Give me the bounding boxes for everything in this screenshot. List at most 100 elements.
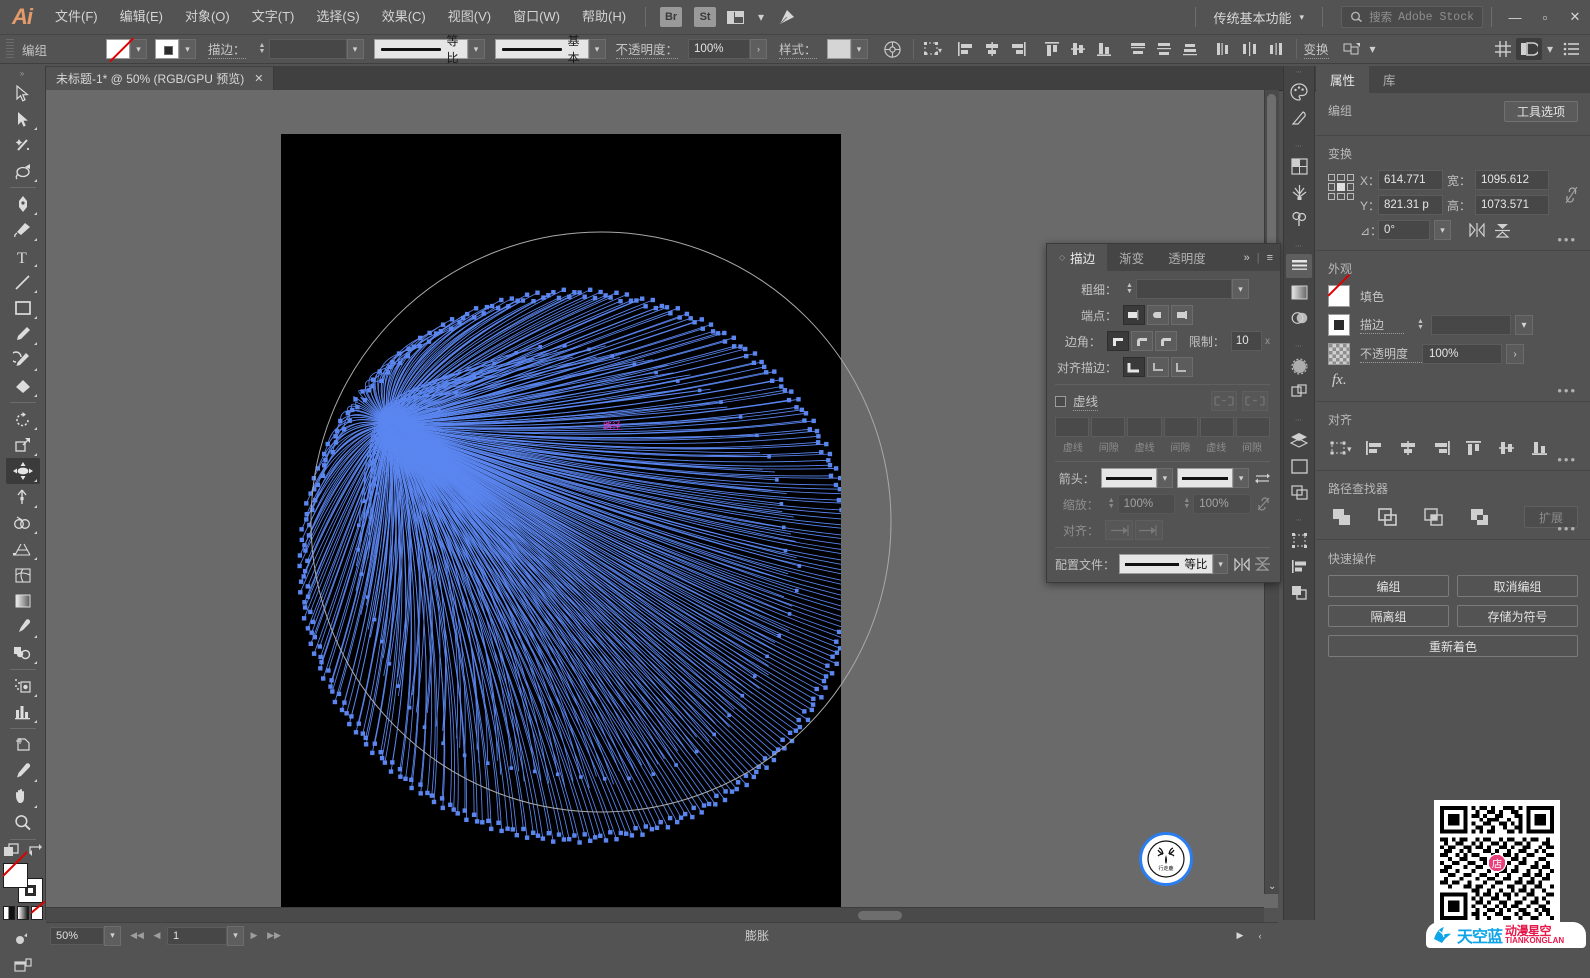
distribute-center-icon[interactable] (1237, 38, 1263, 60)
tool-column-graph[interactable] (6, 699, 40, 725)
menu-object[interactable]: 对象(O) (174, 0, 241, 34)
align-more-options-icon[interactable]: ••• (1557, 453, 1577, 466)
width-profile-select[interactable]: 等比 (1119, 554, 1214, 574)
align-stroke-outside-icon[interactable] (1171, 357, 1193, 377)
x-input[interactable]: 614.771 (1378, 170, 1443, 190)
tool-width-warp[interactable] (5, 458, 40, 484)
toolbar-grip[interactable]: » (0, 66, 45, 80)
prev-artboard-button[interactable]: ◀ (147, 927, 167, 945)
scale-start-input[interactable]: 100% (1117, 494, 1176, 514)
rail-grip-4[interactable]: ⋯ (1284, 340, 1314, 352)
opacity-input[interactable]: 100% (688, 39, 751, 59)
fill-dropdown-icon[interactable]: ▾ (130, 39, 147, 59)
tool-shape-builder[interactable] (6, 510, 40, 536)
transform-label[interactable]: 变换 (1303, 39, 1329, 59)
tool-pen[interactable] (6, 191, 40, 217)
style-dropdown-icon[interactable]: ▾ (850, 39, 868, 59)
zoom-level-input[interactable]: 50% (50, 926, 104, 945)
stroke-weight-stepper[interactable]: ▲ ▼ (256, 39, 269, 59)
menu-effect[interactable]: 效果(C) (371, 0, 437, 34)
rail-grip-5[interactable]: ⋯ (1284, 414, 1314, 426)
zoom-dropdown-icon[interactable]: ▾ (104, 925, 121, 946)
place-arrow-at-end-icon[interactable] (1135, 520, 1163, 540)
width-profile-dropdown-icon[interactable]: ▾ (1213, 554, 1228, 574)
gap-input-3[interactable] (1235, 417, 1271, 437)
stroke-weight-dropdown-icon[interactable]: ▾ (346, 39, 364, 59)
opacity-swatch[interactable] (1328, 343, 1350, 365)
align-center-vertical-icon[interactable] (1065, 38, 1091, 60)
stock-icon[interactable]: St (694, 7, 717, 27)
opacity-input[interactable]: 100% (1422, 344, 1502, 364)
save-as-symbol-button[interactable]: 存储为符号 (1457, 605, 1578, 627)
tool-selection[interactable] (6, 80, 40, 106)
panel-drag-icon[interactable]: ◇ (1059, 253, 1065, 262)
y-input[interactable]: 821.31 p (1378, 195, 1443, 215)
tool-hand[interactable] (6, 784, 40, 810)
stroke-dropdown-icon[interactable]: ▾ (179, 39, 196, 59)
menu-select[interactable]: 选择(S) (305, 0, 370, 34)
status-expand-icon[interactable]: ▶ (1230, 927, 1250, 945)
exclude-icon[interactable] (1466, 505, 1494, 529)
tab-libraries[interactable]: 库 (1369, 66, 1410, 93)
symbols-panel-icon[interactable] (1286, 206, 1312, 230)
stroke-color-swatch[interactable] (155, 39, 179, 59)
scale-start-stepper[interactable]: ▲ ▼ (1105, 494, 1118, 514)
dash-preserve-exact-icon[interactable] (1211, 391, 1237, 411)
tool-perspective-grid[interactable] (6, 536, 40, 562)
miter-limit-input[interactable]: 10 (1230, 331, 1262, 351)
fill-color-swatch[interactable] (106, 39, 130, 59)
angle-dropdown-icon[interactable]: ▾ (1434, 220, 1451, 240)
rail-grip-3[interactable]: ⋯ (1284, 240, 1314, 252)
stroke-weight-dropdown-icon[interactable]: ▾ (1232, 279, 1249, 299)
tool-options-button[interactable]: 工具选项 (1503, 101, 1578, 122)
screen-mode-icon[interactable] (1516, 38, 1542, 60)
window-maximize-button[interactable]: ▫ (1530, 0, 1560, 34)
flip-along-icon[interactable] (1234, 557, 1250, 571)
dash-input-2[interactable] (1127, 417, 1162, 437)
swap-arrowheads-icon[interactable] (1254, 472, 1270, 485)
window-close-button[interactable]: ✕ (1560, 0, 1590, 34)
stroke-weight-dropdown-icon[interactable]: ▾ (1515, 315, 1533, 335)
distribute-left-icon[interactable] (1211, 38, 1237, 60)
arrange-documents-icon[interactable] (722, 5, 748, 29)
reference-point-selector[interactable] (1328, 174, 1354, 200)
close-icon[interactable]: ✕ (254, 72, 263, 85)
menu-file[interactable]: 文件(F) (44, 0, 109, 34)
next-artboard-button[interactable]: ▶ (244, 927, 264, 945)
tab-transparency[interactable]: 透明度 (1156, 244, 1218, 271)
tool-scale[interactable] (6, 432, 40, 458)
canvas-horizontal-scrollbar[interactable] (46, 907, 1264, 922)
menu-edit[interactable]: 编辑(E) (109, 0, 174, 34)
stroke-weight-stepper[interactable]: ▲ ▼ (1123, 279, 1136, 299)
opacity-options-icon[interactable]: › (750, 39, 768, 59)
transparency-panel-icon[interactable] (1286, 306, 1312, 330)
projecting-cap-icon[interactable] (1171, 305, 1193, 325)
graphic-style-swatch[interactable] (826, 39, 851, 59)
last-artboard-button[interactable]: ▶▶ (264, 927, 284, 945)
color-button[interactable] (2, 906, 15, 920)
round-join-icon[interactable] (1130, 331, 1153, 351)
menu-type[interactable]: 文字(T) (241, 0, 306, 34)
bevel-join-icon[interactable] (1154, 331, 1177, 351)
appearance-stroke-weight-input[interactable] (1431, 315, 1511, 335)
panel-menu-icon[interactable]: ≡ (1267, 252, 1273, 264)
color-guide-panel-icon[interactable] (1286, 106, 1312, 130)
menu-view[interactable]: 视图(V) (437, 0, 502, 34)
tool-mesh[interactable] (6, 562, 40, 588)
angle-input[interactable]: 0° (1378, 220, 1430, 240)
graphic-styles-panel-icon[interactable] (1286, 380, 1312, 404)
chevron-down-icon[interactable]: ▾ (748, 5, 774, 29)
pathfinder-panel-icon[interactable] (1286, 580, 1312, 604)
snap-to-grid-icon[interactable] (1490, 38, 1516, 60)
align-bottom-icon[interactable] (1526, 436, 1554, 460)
screen-mode-dropdown-icon[interactable]: ▾ (1542, 38, 1558, 60)
tool-zoom[interactable] (6, 810, 40, 836)
first-artboard-button[interactable]: ◀◀ (127, 927, 147, 945)
flip-vertical-icon[interactable] (1495, 223, 1510, 238)
tool-screen-mode-toggle[interactable] (6, 952, 40, 978)
menu-window[interactable]: 窗口(W) (502, 0, 571, 34)
appearance-more-options-icon[interactable]: ••• (1557, 384, 1577, 397)
align-right-icon[interactable] (1427, 436, 1455, 460)
align-stroke-center-icon[interactable] (1123, 357, 1145, 377)
scroll-down-icon[interactable]: ⌄ (1268, 881, 1276, 892)
